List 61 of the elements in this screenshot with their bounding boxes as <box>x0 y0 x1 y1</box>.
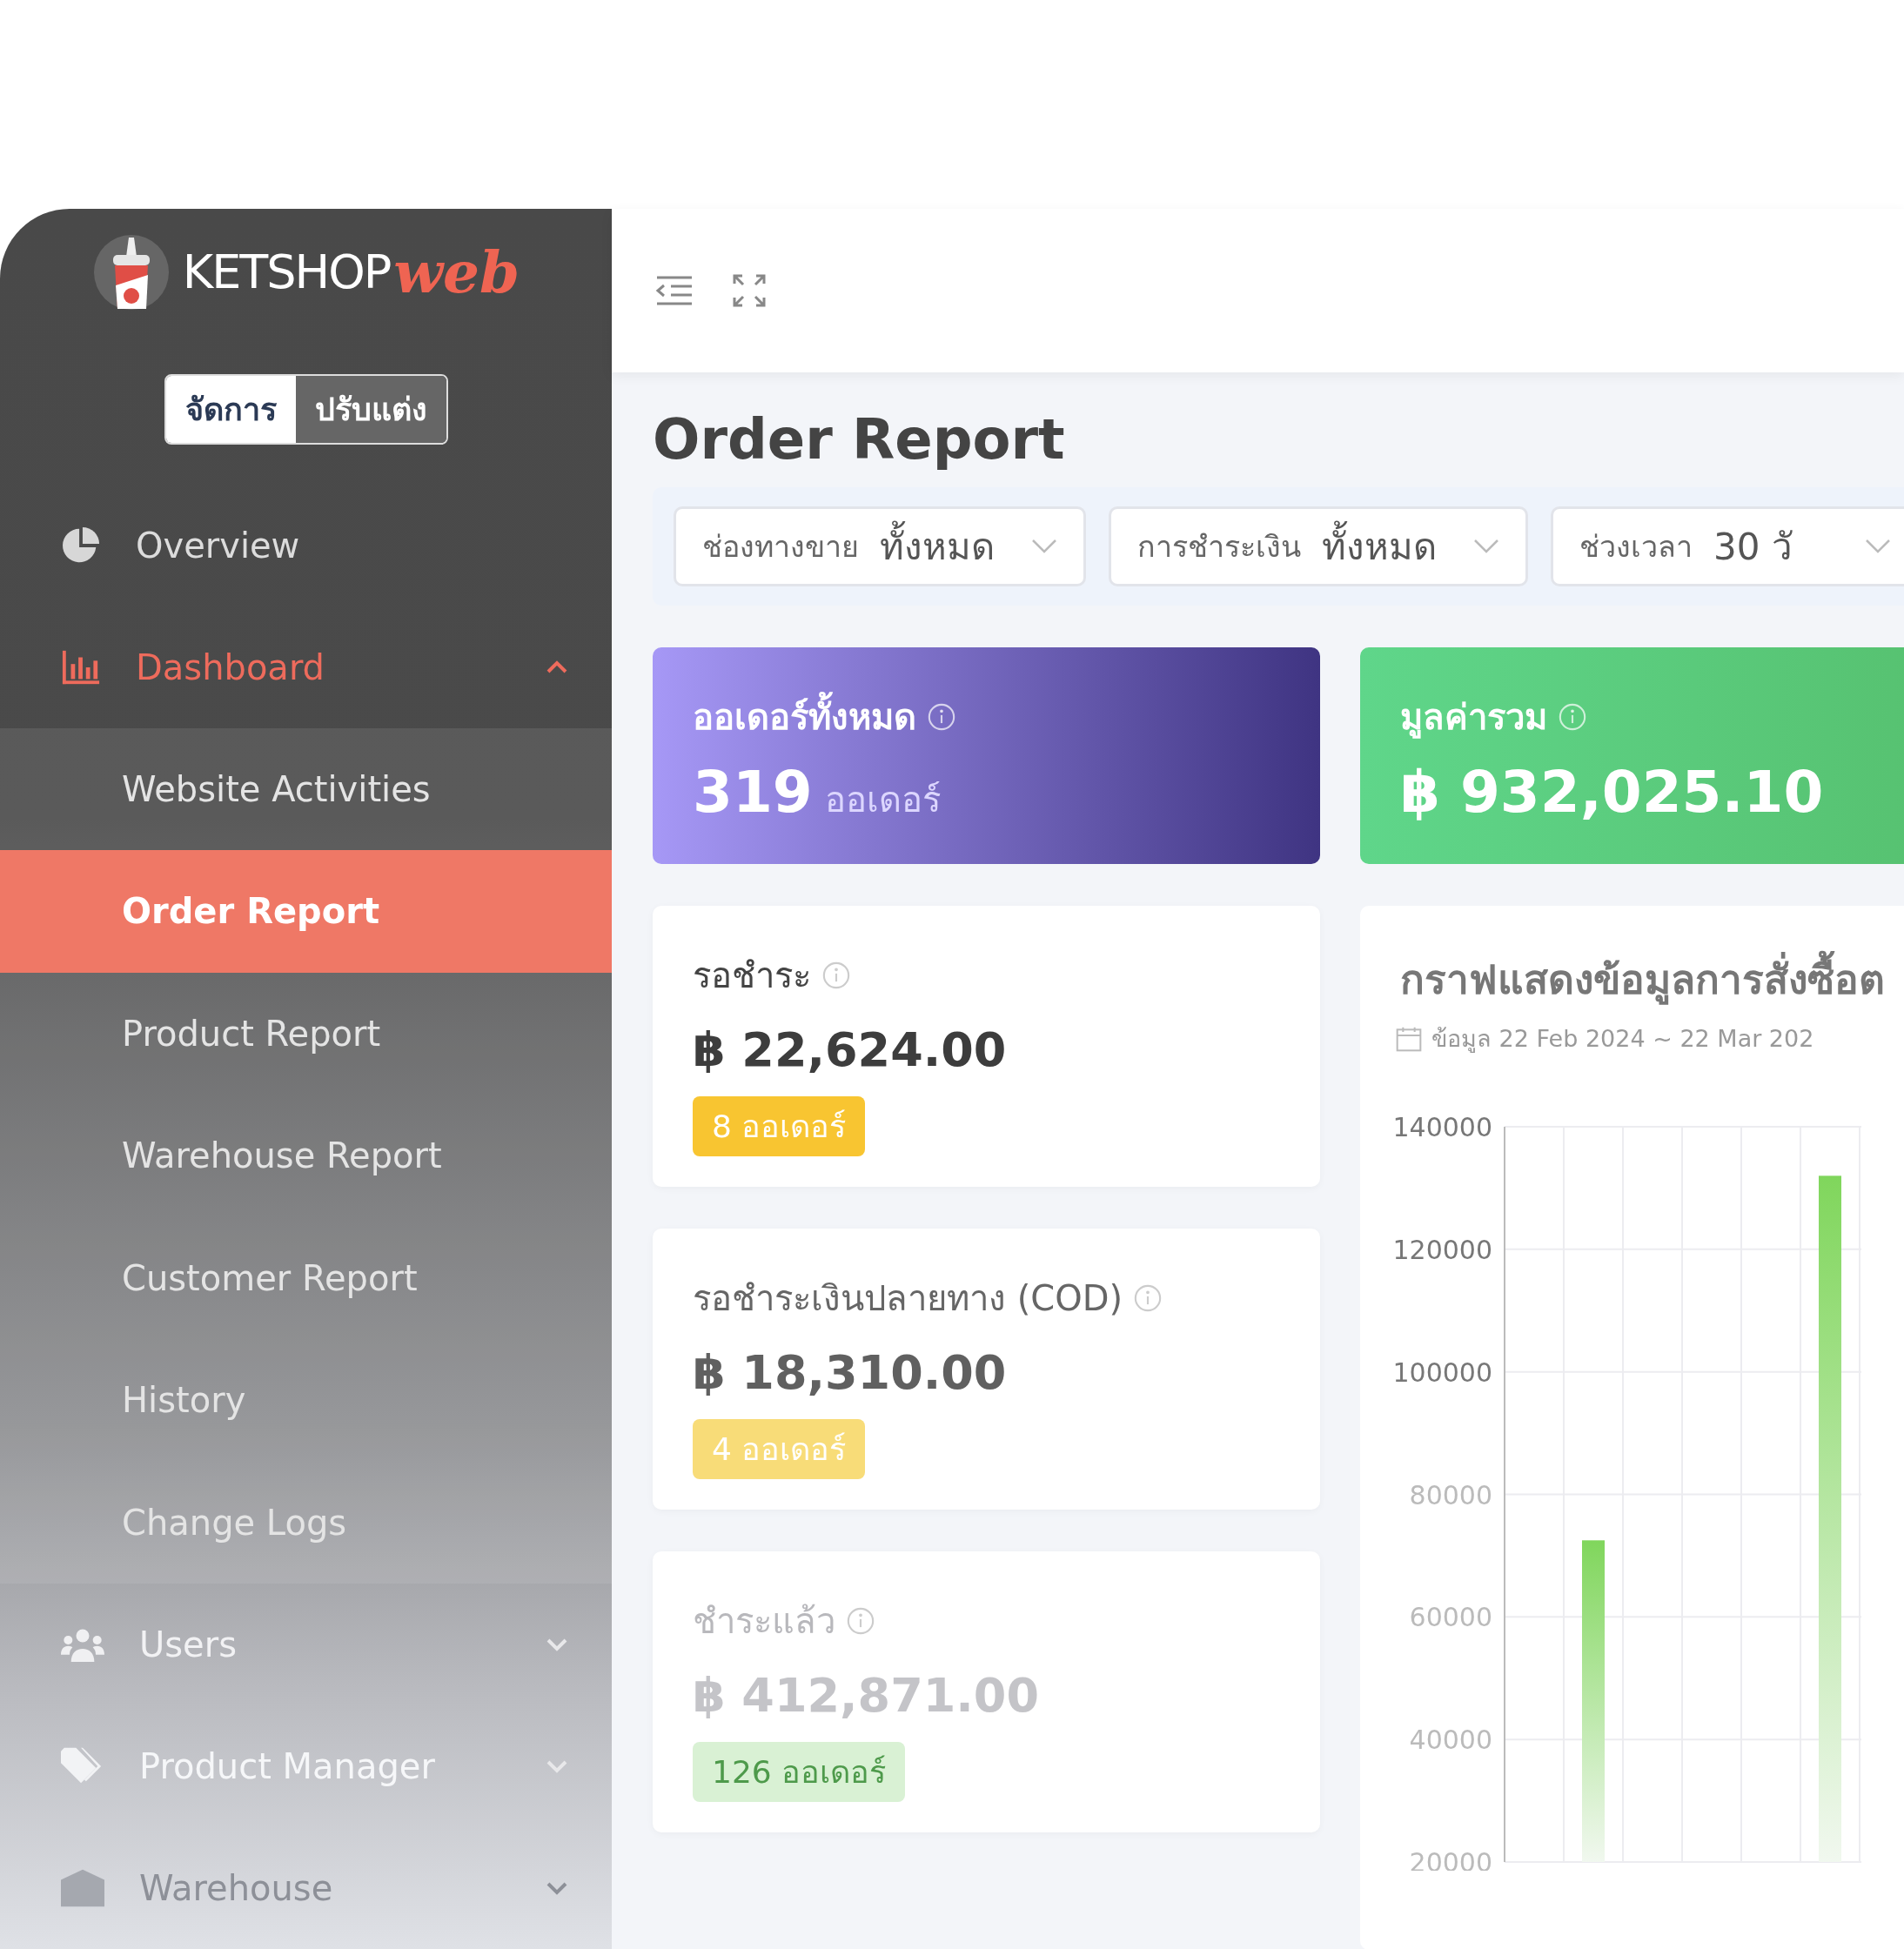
filter-dropdown[interactable]: ช่วงเวลา 30 วั <box>1551 506 1904 586</box>
chart-title: กราฟแสดงข้อมูลการสั่งซื้อต <box>1400 948 1904 1011</box>
page-title: Order Report <box>653 407 1066 472</box>
filter-value: 30 วั <box>1713 525 1793 570</box>
filter-dropdown[interactable]: ช่องทางขาย ทั้งหมด <box>674 506 1086 586</box>
chevron-down-icon[interactable] <box>546 1881 568 1895</box>
card-title: ชำระแล้ว <box>693 1600 835 1643</box>
submenu-item[interactable]: Order Report <box>0 850 612 973</box>
card-title: ออเดอร์ทั้งหมด <box>693 689 916 745</box>
collapse-menu-icon[interactable] <box>655 275 694 306</box>
card-amount: ฿ 22,624.00 <box>693 1022 1007 1077</box>
mode-toggle-option[interactable]: ปรับแต่ง <box>295 375 446 443</box>
users-icon <box>61 1627 104 1662</box>
mode-toggle-option[interactable]: จัดการ <box>165 375 296 443</box>
submenu-item[interactable]: Customer Report <box>0 1216 612 1339</box>
filter-value: ทั้งหมด <box>880 518 1010 575</box>
sauce-bottle-logo-icon <box>91 232 171 311</box>
submenu-item[interactable]: History <box>0 1339 612 1462</box>
info-icon[interactable] <box>846 1606 875 1636</box>
order-count-tag: 126 ออเดอร์ <box>693 1742 906 1802</box>
y-tick-label: 120000 <box>1392 1234 1492 1265</box>
submenu-item[interactable]: Warehouse Report <box>0 1095 612 1217</box>
y-tick-label: 140000 <box>1392 1112 1492 1142</box>
filter-label: การชำระเงิน <box>1137 528 1301 566</box>
logo-accent-text: web <box>393 238 520 306</box>
fullscreen-icon[interactable] <box>732 273 767 308</box>
card-value: 319 <box>693 759 813 826</box>
order-count-tag: 8 ออเดอร์ <box>693 1096 866 1156</box>
card-amount: ฿ 18,310.00 <box>693 1345 1007 1400</box>
info-icon[interactable] <box>1133 1283 1163 1313</box>
date-range: ข้อมูล 22 Feb 2024 ~ 22 Mar 202 <box>1431 1024 1814 1055</box>
caret-icon <box>1865 539 1891 554</box>
card-title: รอชำระเงินปลายทาง (COD) <box>693 1277 1123 1320</box>
filter-label: ช่วงเวลา <box>1579 528 1693 566</box>
sidebar-menu-item[interactable]: Warehouse <box>0 1827 612 1949</box>
caret-icon <box>1473 539 1499 554</box>
card-title: รอชำระ <box>693 954 811 997</box>
sidebar-menu-item[interactable]: Overview <box>0 484 612 606</box>
chevron-up-icon[interactable] <box>546 660 568 674</box>
y-tick-label: 40000 <box>1409 1725 1492 1756</box>
info-icon[interactable] <box>821 961 851 990</box>
submenu-item[interactable]: Website Activities <box>0 727 612 850</box>
card-amount: ฿ 412,871.00 <box>693 1668 1039 1723</box>
filter-value: ทั้งหมด <box>1322 518 1452 575</box>
order-count-tag: 4 ออเดอร์ <box>693 1419 866 1479</box>
card-unit: ออเดอร์ <box>824 779 941 821</box>
y-tick-label: 60000 <box>1409 1602 1492 1633</box>
sidebar-menu-item[interactable]: Dashboard <box>0 606 612 728</box>
bar-chart-icon <box>61 649 101 685</box>
logo-text: KETSHOP <box>182 244 391 300</box>
caret-icon <box>1031 539 1057 554</box>
y-tick-label: 100000 <box>1392 1356 1492 1388</box>
warehouse-icon <box>61 1869 104 1907</box>
filter-dropdown[interactable]: การชำระเงิน ทั้งหมด <box>1109 506 1528 586</box>
filter-label: ช่องทางขาย <box>702 528 859 566</box>
submenu-item[interactable]: Product Report <box>0 972 612 1095</box>
card-value: ฿ 932,025.10 <box>1400 759 1824 826</box>
card-title: มูลค่ารวม <box>1400 696 1547 740</box>
submenu-item[interactable]: Change Logs <box>0 1461 612 1584</box>
sidebar-menu-item[interactable]: Users <box>0 1584 612 1705</box>
y-tick-label: 80000 <box>1409 1479 1492 1510</box>
